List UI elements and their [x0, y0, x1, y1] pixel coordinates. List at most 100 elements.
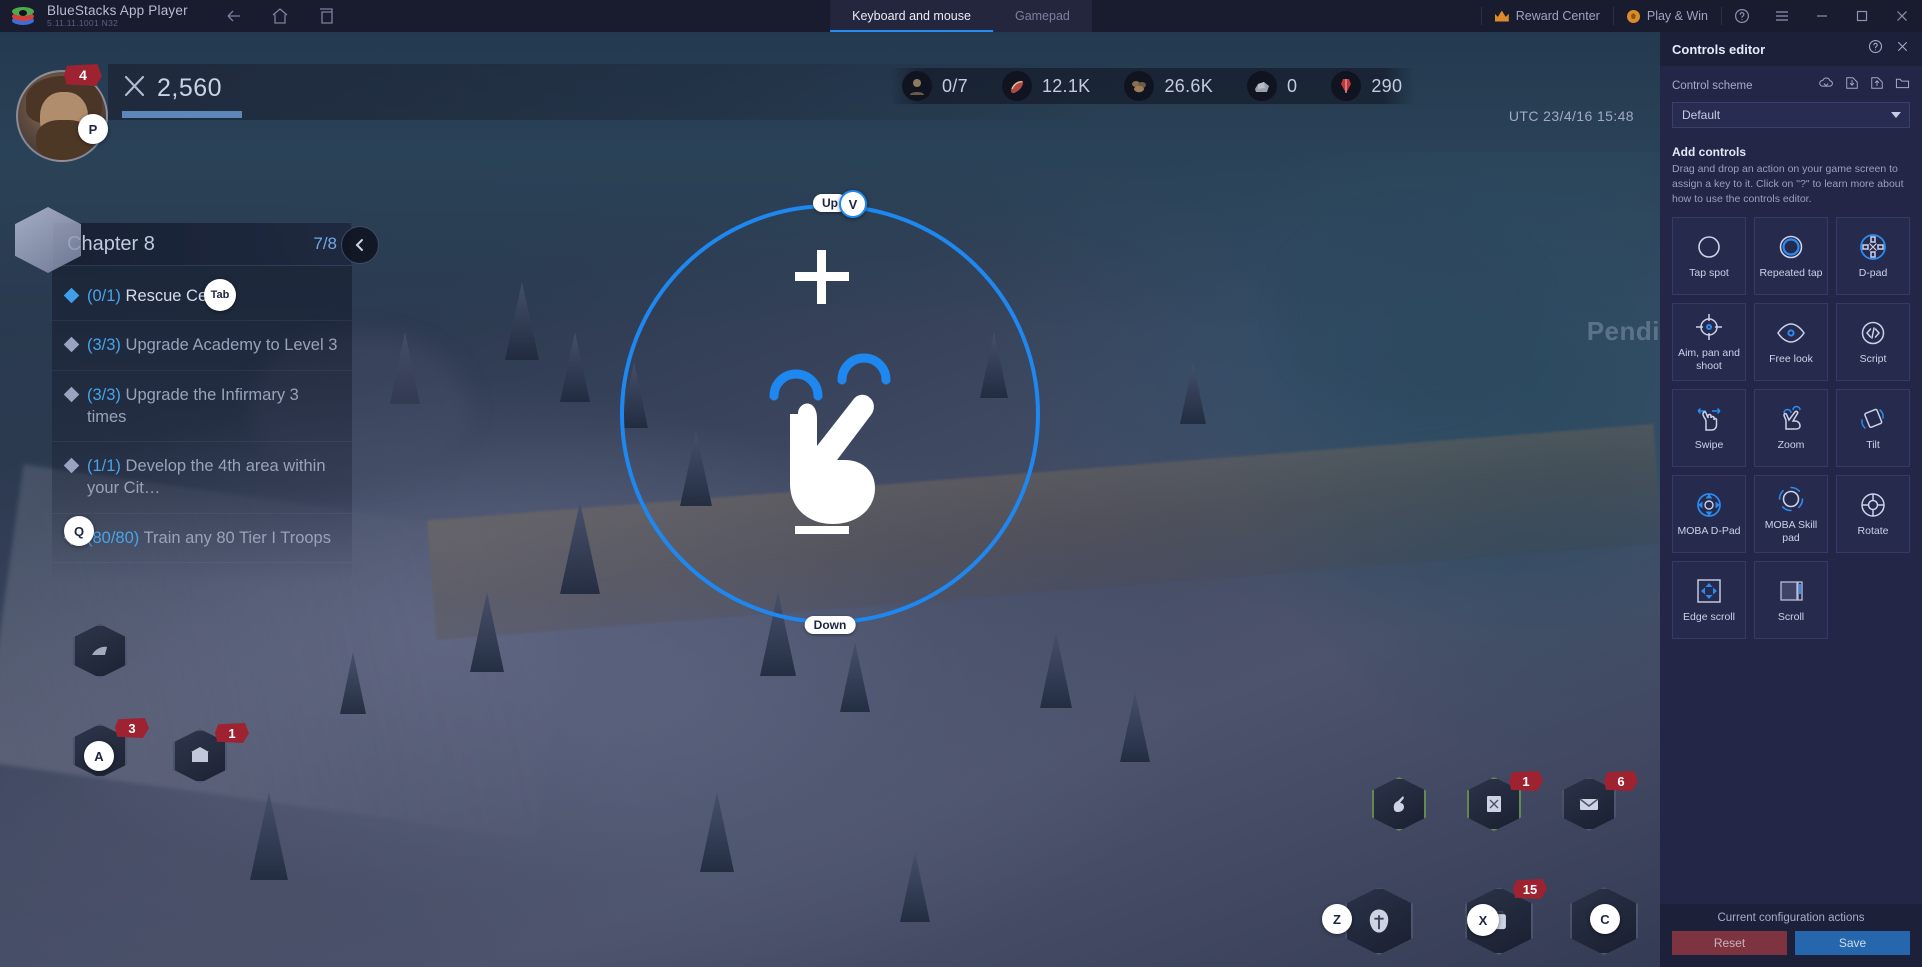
maximize-icon[interactable]	[1842, 0, 1882, 32]
control-free-look[interactable]: Free look	[1754, 302, 1828, 381]
control-repeated-tap[interactable]: Repeated tap	[1754, 216, 1828, 295]
keycap-v[interactable]: V	[839, 190, 867, 218]
control-dpad[interactable]: D-pad	[1836, 216, 1910, 295]
control-scroll[interactable]: Scroll	[1754, 560, 1828, 639]
resource-gold[interactable]: 290	[1331, 71, 1402, 101]
folder-icon[interactable]	[1895, 76, 1910, 95]
control-zoom[interactable]: Zoom	[1754, 388, 1828, 467]
play-and-win-button[interactable]: Play & Win	[1614, 0, 1721, 32]
control-scheme-row: Control scheme	[1672, 76, 1910, 95]
quest-item[interactable]: (3/3) Upgrade the Infirmary 3 times	[52, 371, 352, 443]
keycap-x[interactable]: X	[1467, 904, 1499, 936]
game-viewport[interactable]: Pendi 4 P 2,560 0/7 12.1K 26.6K 0 290 UT…	[0, 32, 1660, 967]
control-moba-dpad[interactable]: MOBA D-Pad	[1672, 474, 1746, 553]
reward-center-button[interactable]: Reward Center	[1482, 0, 1613, 32]
control-label: Swipe	[1694, 439, 1724, 452]
mail-button[interactable]: 6	[1562, 771, 1638, 831]
export-icon[interactable]	[1870, 76, 1884, 95]
control-edge-scroll[interactable]: Edge scroll	[1672, 560, 1746, 639]
control-tilt[interactable]: Tilt	[1836, 388, 1910, 467]
quest-text: (80/80) Train any 80 Tier I Troops	[87, 527, 331, 549]
controls-editor-panel: Controls editor Control scheme Default A…	[1660, 32, 1922, 967]
help-icon[interactable]	[1868, 39, 1883, 59]
quest-count: (3/3)	[87, 385, 121, 404]
keycap-c[interactable]: C	[1590, 904, 1620, 934]
gold-icon	[1331, 71, 1362, 101]
research-button[interactable]: 1	[1467, 771, 1543, 831]
back-icon[interactable]	[224, 6, 244, 26]
tab-gamepad[interactable]: Gamepad	[993, 0, 1092, 32]
close-icon[interactable]	[1882, 0, 1922, 32]
gather-button[interactable]	[1372, 777, 1426, 831]
zoom-icon	[1776, 403, 1806, 435]
import-icon[interactable]	[1845, 76, 1859, 95]
power-icon	[122, 74, 148, 103]
aim-pan-shoot-icon	[1694, 311, 1724, 343]
player-power: 2,560	[122, 74, 222, 103]
script-icon	[1858, 317, 1888, 349]
quest-bullet-icon	[63, 386, 80, 402]
stone-icon	[1247, 71, 1278, 101]
control-label: Tilt	[1866, 439, 1880, 452]
quest-text: (3/3) Upgrade Academy to Level 3	[87, 334, 337, 356]
resource-stone[interactable]: 0	[1247, 71, 1297, 101]
ability-button-build[interactable]: 1	[173, 723, 249, 783]
resource-commander[interactable]: 0/7	[902, 71, 968, 101]
control-swipe[interactable]: Swipe	[1672, 388, 1746, 467]
resource-meat[interactable]: 12.1K	[1001, 71, 1091, 101]
reward-center-label: Reward Center	[1515, 9, 1600, 23]
keycap-q[interactable]: Q	[64, 516, 94, 546]
tilt-icon	[1858, 403, 1888, 435]
zoom-control-overlay[interactable]: Up Down V	[620, 190, 1040, 634]
keycap-a[interactable]: A	[84, 741, 114, 771]
control-scheme-select[interactable]: Default	[1672, 102, 1910, 128]
quest-count: (3/3)	[87, 336, 121, 355]
keycap-p[interactable]: P	[78, 114, 108, 144]
reset-button[interactable]: Reset	[1672, 931, 1787, 955]
control-label: Script	[1859, 353, 1887, 366]
keycap-z[interactable]: Z	[1322, 904, 1352, 934]
multi-instance-icon[interactable]	[316, 6, 336, 26]
keycap-tab[interactable]: Tab	[204, 279, 236, 311]
quest-item[interactable]: (3/3) Upgrade Academy to Level 3	[52, 321, 352, 371]
quest-item[interactable]: (0/1) Rescue Cecia	[52, 272, 352, 322]
footer-label: Current configuration actions	[1717, 912, 1865, 924]
play-and-win-label: Play & Win	[1646, 9, 1708, 23]
quest-item[interactable]: (80/80) Train any 80 Tier I Troops	[52, 514, 352, 563]
panel-header-actions	[1868, 39, 1910, 59]
minimize-icon[interactable]	[1802, 0, 1842, 32]
control-aim-pan-shoot[interactable]: Aim, pan and shoot	[1672, 302, 1746, 381]
control-rotate[interactable]: Rotate	[1836, 474, 1910, 553]
pending-label: Pendi	[1586, 316, 1660, 346]
control-moba-skill-pad[interactable]: MOBA Skill pad	[1754, 474, 1828, 553]
control-tap-spot[interactable]: Tap spot	[1672, 216, 1746, 295]
quest-count: (80/80)	[87, 528, 140, 547]
bluestacks-logo-icon	[10, 3, 36, 29]
home-icon[interactable]	[270, 6, 290, 26]
resource-wood[interactable]: 26.6K	[1124, 71, 1213, 101]
quest-panel: Chapter 8 7/8 (0/1) Rescue Cecia (3/3) U…	[15, 207, 379, 583]
control-label: Edge scroll	[1683, 611, 1735, 624]
ability-button-q[interactable]	[73, 624, 127, 678]
panel-title: Controls editor	[1672, 41, 1766, 57]
repeated-tap-icon	[1776, 231, 1806, 263]
cloud-sync-icon[interactable]	[1818, 76, 1834, 95]
tab-keyboard-and-mouse[interactable]: Keyboard and mouse	[830, 0, 993, 32]
close-icon[interactable]	[1895, 39, 1910, 59]
control-script[interactable]: Script	[1836, 302, 1910, 381]
quest-label: Upgrade Academy to Level 3	[125, 336, 338, 355]
help-icon[interactable]	[1722, 0, 1762, 32]
player-avatar[interactable]: 4 P	[16, 64, 116, 170]
wood-icon	[1124, 71, 1155, 101]
game-clock: UTC 23/4/16 15:48	[1508, 108, 1634, 124]
troops-button[interactable]	[1345, 887, 1413, 955]
control-label: MOBA Skill pad	[1764, 519, 1818, 544]
quest-item[interactable]: (1/1) Develop the 4th area within your C…	[52, 442, 352, 514]
rotate-icon	[1858, 489, 1888, 521]
save-button[interactable]: Save	[1795, 931, 1910, 955]
quest-label: Train any 80 Tier I Troops	[143, 528, 331, 547]
hamburger-menu-icon[interactable]	[1762, 0, 1802, 32]
power-value: 2,560	[157, 74, 223, 102]
control-label: Repeated tap	[1759, 267, 1823, 280]
chevron-left-icon[interactable]	[341, 226, 379, 264]
